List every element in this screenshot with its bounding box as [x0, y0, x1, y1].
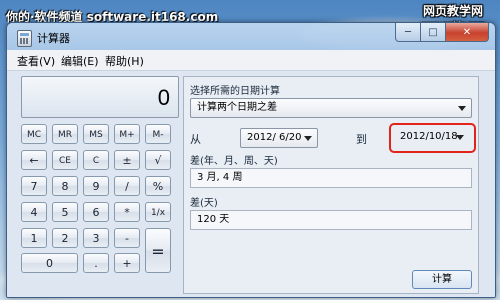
- calculator-body: 0 MC MR MS M+ M- ← CE C ± √ 7 8 9 / % 4 …: [7, 71, 495, 297]
- chevron-down-icon: [304, 136, 312, 141]
- key-2[interactable]: 2: [52, 228, 78, 248]
- key-backspace[interactable]: ←: [21, 150, 47, 170]
- window-controls: ─ □ ✕: [395, 23, 489, 42]
- from-date-value: 2012/ 6/20: [247, 132, 302, 143]
- window-title: 计算器: [37, 32, 70, 45]
- key-decimal[interactable]: .: [83, 253, 109, 273]
- key-8[interactable]: 8: [52, 176, 78, 196]
- key-5[interactable]: 5: [52, 202, 78, 222]
- difference-label: 差(年、月、周、天): [190, 156, 278, 167]
- key-m-minus[interactable]: M-: [145, 124, 171, 144]
- calculator-window: 计算器 ─ □ ✕ 查看(V) 编辑(E) 帮助(H) 0 MC MR MS M…: [6, 22, 496, 298]
- key-mr[interactable]: MR: [52, 124, 78, 144]
- key-0[interactable]: 0: [21, 253, 78, 273]
- calc-mode-dropdown[interactable]: 计算两个日期之差: [190, 98, 472, 118]
- date-calculation-panel: 选择所需的日期计算 计算两个日期之差 从 2012/ 6/20 到 2012/1…: [183, 76, 479, 294]
- chevron-down-icon: [456, 135, 464, 140]
- difference-value: 3 月, 4 周: [190, 168, 472, 188]
- key-equals[interactable]: =: [145, 228, 171, 273]
- close-button[interactable]: ✕: [446, 23, 489, 42]
- calculator-display: 0: [21, 76, 179, 118]
- key-plus-minus[interactable]: ±: [114, 150, 140, 170]
- days-difference-label: 差(天): [190, 198, 218, 209]
- key-subtract[interactable]: -: [114, 228, 140, 248]
- display-value: 0: [157, 85, 170, 110]
- calculator-icon: [17, 30, 32, 47]
- menu-bar: 查看(V) 编辑(E) 帮助(H): [7, 50, 495, 71]
- to-date-value: 2012/10/18: [400, 131, 458, 142]
- key-reciprocal[interactable]: 1/x: [145, 202, 171, 222]
- key-7[interactable]: 7: [21, 176, 47, 196]
- maximize-button[interactable]: □: [421, 23, 446, 42]
- calc-mode-value: 计算两个日期之差: [197, 102, 277, 113]
- menu-view[interactable]: 查看(V): [17, 53, 55, 69]
- chevron-down-icon: [458, 106, 466, 111]
- key-divide[interactable]: /: [114, 176, 140, 196]
- title-bar[interactable]: 计算器 ─ □ ✕: [7, 23, 495, 50]
- days-difference-value: 120 天: [190, 210, 472, 230]
- key-m-plus[interactable]: M+: [114, 124, 140, 144]
- key-6[interactable]: 6: [83, 202, 109, 222]
- key-1[interactable]: 1: [21, 228, 47, 248]
- key-ce[interactable]: CE: [52, 150, 78, 170]
- desktop-background: 你的·软件频道 software.it168.com 网页教学网 www.web…: [0, 0, 500, 300]
- minimize-button[interactable]: ─: [395, 23, 421, 42]
- from-date-picker[interactable]: 2012/ 6/20: [240, 128, 318, 148]
- key-mc[interactable]: MC: [21, 124, 47, 144]
- key-percent[interactable]: %: [145, 176, 171, 196]
- watermark-text: 网页教学网: [422, 4, 483, 18]
- calculate-button[interactable]: 计算: [412, 270, 472, 289]
- key-add[interactable]: +: [114, 253, 140, 273]
- menu-help[interactable]: 帮助(H): [105, 53, 144, 69]
- date-calc-prompt: 选择所需的日期计算: [190, 86, 280, 97]
- key-ms[interactable]: MS: [83, 124, 109, 144]
- to-label: 到: [356, 133, 367, 146]
- to-date-picker[interactable]: 2012/10/18: [393, 127, 470, 147]
- menu-edit[interactable]: 编辑(E): [61, 53, 99, 69]
- from-label: 从: [190, 133, 201, 146]
- key-4[interactable]: 4: [21, 202, 47, 222]
- key-c[interactable]: C: [83, 150, 109, 170]
- key-sqrt[interactable]: √: [145, 150, 171, 170]
- key-multiply[interactable]: *: [114, 202, 140, 222]
- key-9[interactable]: 9: [83, 176, 109, 196]
- key-3[interactable]: 3: [83, 228, 109, 248]
